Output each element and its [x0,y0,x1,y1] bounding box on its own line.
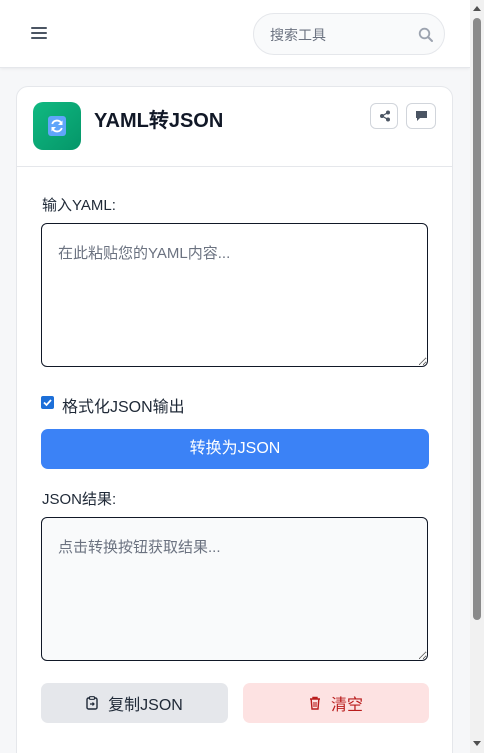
scroll-up-arrow-icon[interactable] [473,6,481,11]
json-output[interactable] [41,517,428,661]
yaml-input[interactable] [41,223,428,367]
clear-button[interactable]: 清空 [243,683,429,723]
convert-button[interactable]: 转换为JSON [41,429,429,469]
tool-card: YAML转JSON 输入YAML: 在此粘贴您的YAML内容... 格式化JSO… [16,86,453,753]
trash-icon [309,696,320,710]
copy-icon [86,696,98,710]
scrollbar-thumb[interactable] [473,18,481,620]
comment-icon [416,111,427,121]
format-json-checkbox[interactable] [41,396,54,409]
copy-json-label: 复制JSON [108,697,183,714]
page: YAML转JSON 输入YAML: [0,0,470,753]
share-button[interactable] [370,103,398,129]
refresh-convert-icon [51,119,63,133]
top-bar [0,0,470,68]
copy-json-button[interactable]: 复制JSON [41,683,228,723]
check-icon [43,399,52,407]
search-icon[interactable] [418,27,434,43]
search-input[interactable] [270,25,410,45]
search-box[interactable] [253,13,445,55]
tool-title: YAML转JSON [94,110,224,132]
share-icon [380,110,390,122]
scroll-down-arrow-icon[interactable] [473,741,481,746]
format-json-label[interactable]: 格式化JSON输出 [62,393,185,417]
json-output-label: JSON结果: [42,491,117,508]
feedback-button[interactable] [406,103,436,129]
yaml-input-label: 输入YAML: [42,197,116,214]
clear-label: 清空 [330,697,363,714]
page-scrollbar[interactable] [470,0,484,753]
hamburger-menu-icon[interactable] [29,22,51,44]
tool-app-icon [33,102,81,150]
tool-header: YAML转JSON [17,87,452,167]
